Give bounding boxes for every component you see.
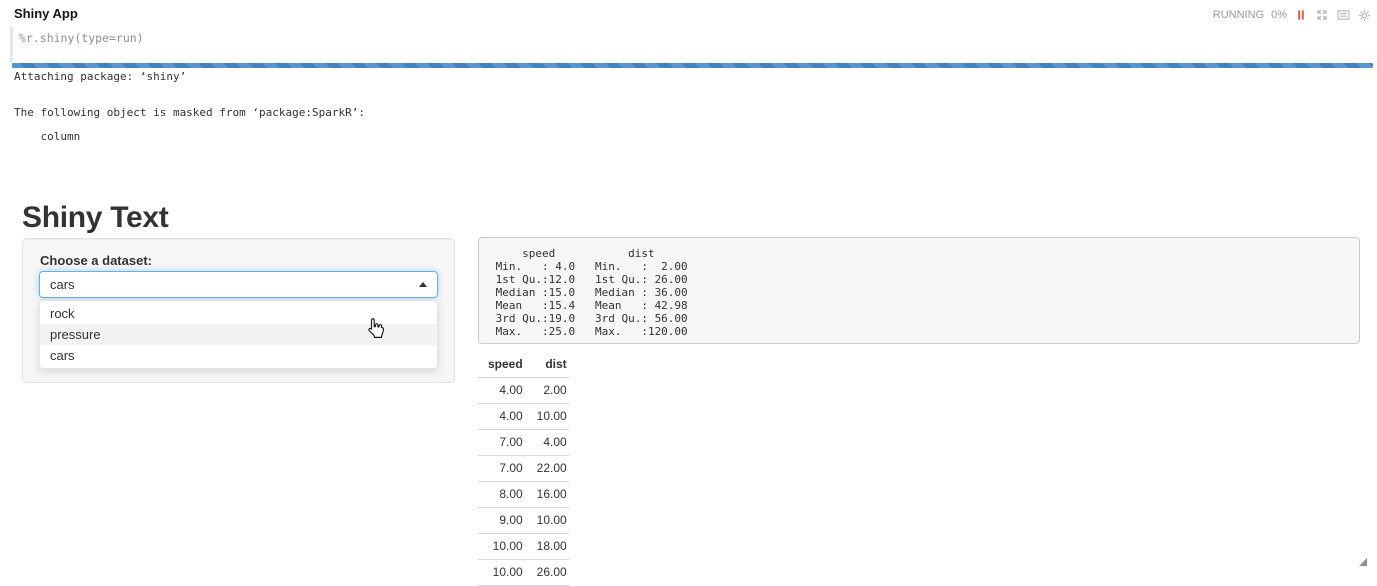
table-row: 8.00 16.00 [478, 482, 569, 508]
cell-dist: 26.00 [525, 560, 569, 586]
cell-speed: 9.00 [478, 508, 525, 534]
pause-icon[interactable] [1294, 8, 1308, 22]
table-row: 4.00 2.00 [478, 378, 569, 404]
table-row: 9.00 10.00 [478, 508, 569, 534]
column-header-dist: dist [525, 352, 569, 378]
cell-dist: 18.00 [525, 534, 569, 560]
dataset-dropdown: rock pressure cars [39, 300, 438, 369]
cell-dist: 10.00 [525, 508, 569, 534]
table-row: 10.00 18.00 [478, 534, 569, 560]
summary-output: speed dist Min. : 4.0 Min. : 2.00 1st Qu… [478, 237, 1360, 344]
cell-dist: 22.00 [525, 456, 569, 482]
resize-handle[interactable] [1358, 554, 1368, 572]
progress-percent: 0% [1271, 9, 1287, 21]
cell-speed: 7.00 [478, 430, 525, 456]
cell-dist: 2.00 [525, 378, 569, 404]
status-area: RUNNING 0% [1213, 8, 1371, 22]
status-text: RUNNING [1213, 9, 1264, 21]
table-row: 10.00 26.00 [478, 560, 569, 586]
code-cell-content[interactable]: %r.shiny(type=run) [13, 27, 1373, 45]
display-icon[interactable] [1336, 8, 1350, 22]
fullscreen-icon[interactable] [1315, 8, 1329, 22]
cell-dist: 4.00 [525, 430, 569, 456]
table-header-row: speed dist [478, 352, 569, 378]
cell-dist: 16.00 [525, 482, 569, 508]
selected-value: cars [50, 277, 75, 292]
app-title: Shiny Text [22, 201, 168, 235]
cell-speed: 10.00 [478, 534, 525, 560]
dataset-select[interactable]: cars [39, 271, 438, 298]
column-header-speed: speed [478, 352, 525, 378]
dropdown-option-rock[interactable]: rock [40, 303, 437, 324]
gear-icon[interactable] [1357, 8, 1371, 22]
running-progress-bar [12, 63, 1373, 68]
console-output: Attaching package: ‘shiny’ The following… [14, 71, 365, 143]
dropdown-option-cars[interactable]: cars [40, 345, 437, 366]
dataset-label: Choose a dataset: [40, 253, 152, 268]
cell-dist: 10.00 [525, 404, 569, 430]
code-cell[interactable]: %r.shiny(type=run) [10, 27, 1373, 63]
dataset-table: speed dist 4.00 2.00 4.00 10.00 7.00 4.0… [478, 352, 569, 586]
cell-speed: 7.00 [478, 456, 525, 482]
table-row: 4.00 10.00 [478, 404, 569, 430]
cell-speed: 10.00 [478, 560, 525, 586]
table-row: 7.00 4.00 [478, 430, 569, 456]
cell-speed: 4.00 [478, 378, 525, 404]
table-row: 7.00 22.00 [478, 456, 569, 482]
page-title: Shiny App [14, 6, 78, 21]
caret-up-icon [419, 282, 427, 287]
dropdown-option-pressure[interactable]: pressure [40, 324, 437, 345]
cell-speed: 4.00 [478, 404, 525, 430]
cell-speed: 8.00 [478, 482, 525, 508]
